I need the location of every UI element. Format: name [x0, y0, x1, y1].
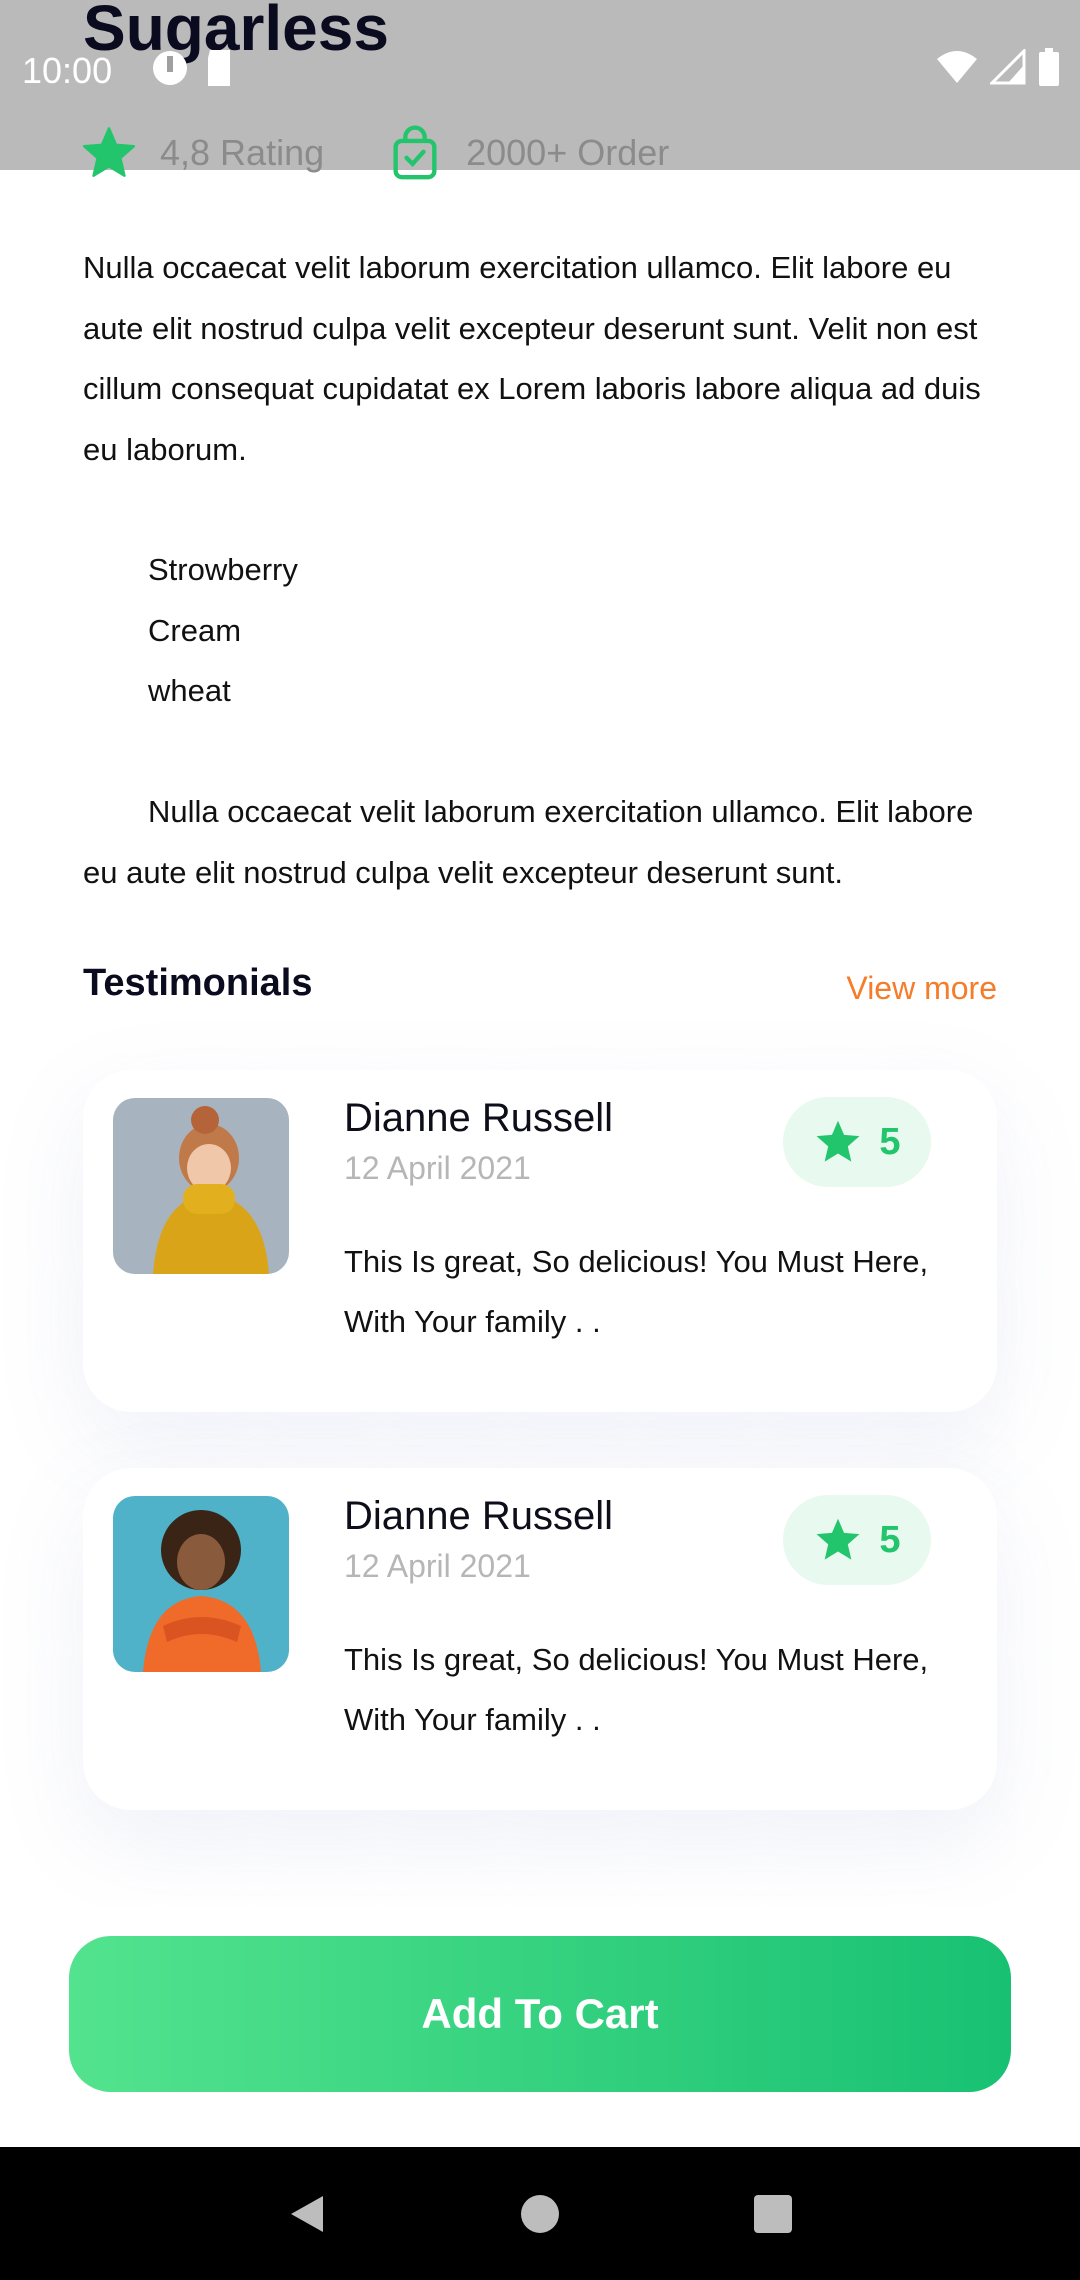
rating-value: 5	[879, 1518, 901, 1561]
product-description-secondary: Nulla occaecat velit laborum exercitatio…	[83, 794, 974, 890]
orders-meta: 2000+ Order	[386, 124, 669, 182]
orders-text: 2000+ Order	[466, 132, 670, 173]
signal-icon	[990, 49, 1026, 85]
view-more-link[interactable]: View more	[846, 970, 997, 1007]
rating-meta: 4,8 Rating	[80, 124, 324, 182]
shopping-bag-icon	[393, 125, 437, 180]
rating-badge: 5	[783, 1495, 931, 1585]
add-to-cart-button[interactable]: Add To Cart	[69, 1936, 1011, 2092]
battery-icon	[1039, 48, 1059, 86]
product-title: Sugarless	[83, 0, 389, 64]
ingredients-list: Strowberry Cream wheat	[148, 540, 298, 722]
star-icon	[82, 127, 136, 177]
status-right-icons	[936, 48, 1060, 86]
reviewer-avatar	[113, 1098, 289, 1274]
testimonials-title: Testimonials	[83, 962, 313, 1004]
product-meta-row: 4,8 Rating 2000+ Order	[80, 124, 669, 182]
star-icon	[816, 1518, 860, 1560]
rating-value: 5	[879, 1120, 901, 1163]
recents-icon[interactable]	[751, 2192, 795, 2236]
status-left-icons	[150, 48, 234, 88]
review-text: This Is great, So delicious! You Must He…	[344, 1642, 929, 1737]
avatar-image	[113, 1098, 289, 1274]
avatar-image	[113, 1496, 289, 1672]
testimonial-card: Dianne Russell 12 April 2021 5 This Is g…	[83, 1468, 997, 1810]
ingredient-item: Strowberry	[148, 552, 298, 587]
ingredient-item: wheat	[148, 673, 231, 708]
status-time: 10:00	[22, 50, 113, 91]
star-icon	[816, 1120, 860, 1162]
wifi-icon	[937, 51, 977, 83]
reviewer-name: Dianne Russell	[344, 1096, 614, 1140]
reviewer-avatar	[113, 1496, 289, 1672]
sd-card-icon	[208, 50, 230, 86]
system-nav-bar	[0, 2147, 1080, 2280]
review-date: 12 April 2021	[344, 1548, 531, 1584]
review-date: 12 April 2021	[344, 1150, 531, 1186]
product-description: Nulla occaecat velit laborum exercitatio…	[83, 250, 981, 467]
back-icon[interactable]	[285, 2192, 329, 2236]
reviewer-name: Dianne Russell	[344, 1494, 614, 1538]
home-icon[interactable]	[518, 2192, 562, 2236]
testimonial-card: Dianne Russell 12 April 2021 5 This Is g…	[83, 1070, 997, 1412]
rating-badge: 5	[783, 1097, 931, 1187]
notification-icon	[153, 51, 187, 85]
rating-text: 4,8 Rating	[160, 132, 325, 173]
ingredient-item: Cream	[148, 612, 242, 648]
review-text: This Is great, So delicious! You Must He…	[344, 1244, 929, 1339]
